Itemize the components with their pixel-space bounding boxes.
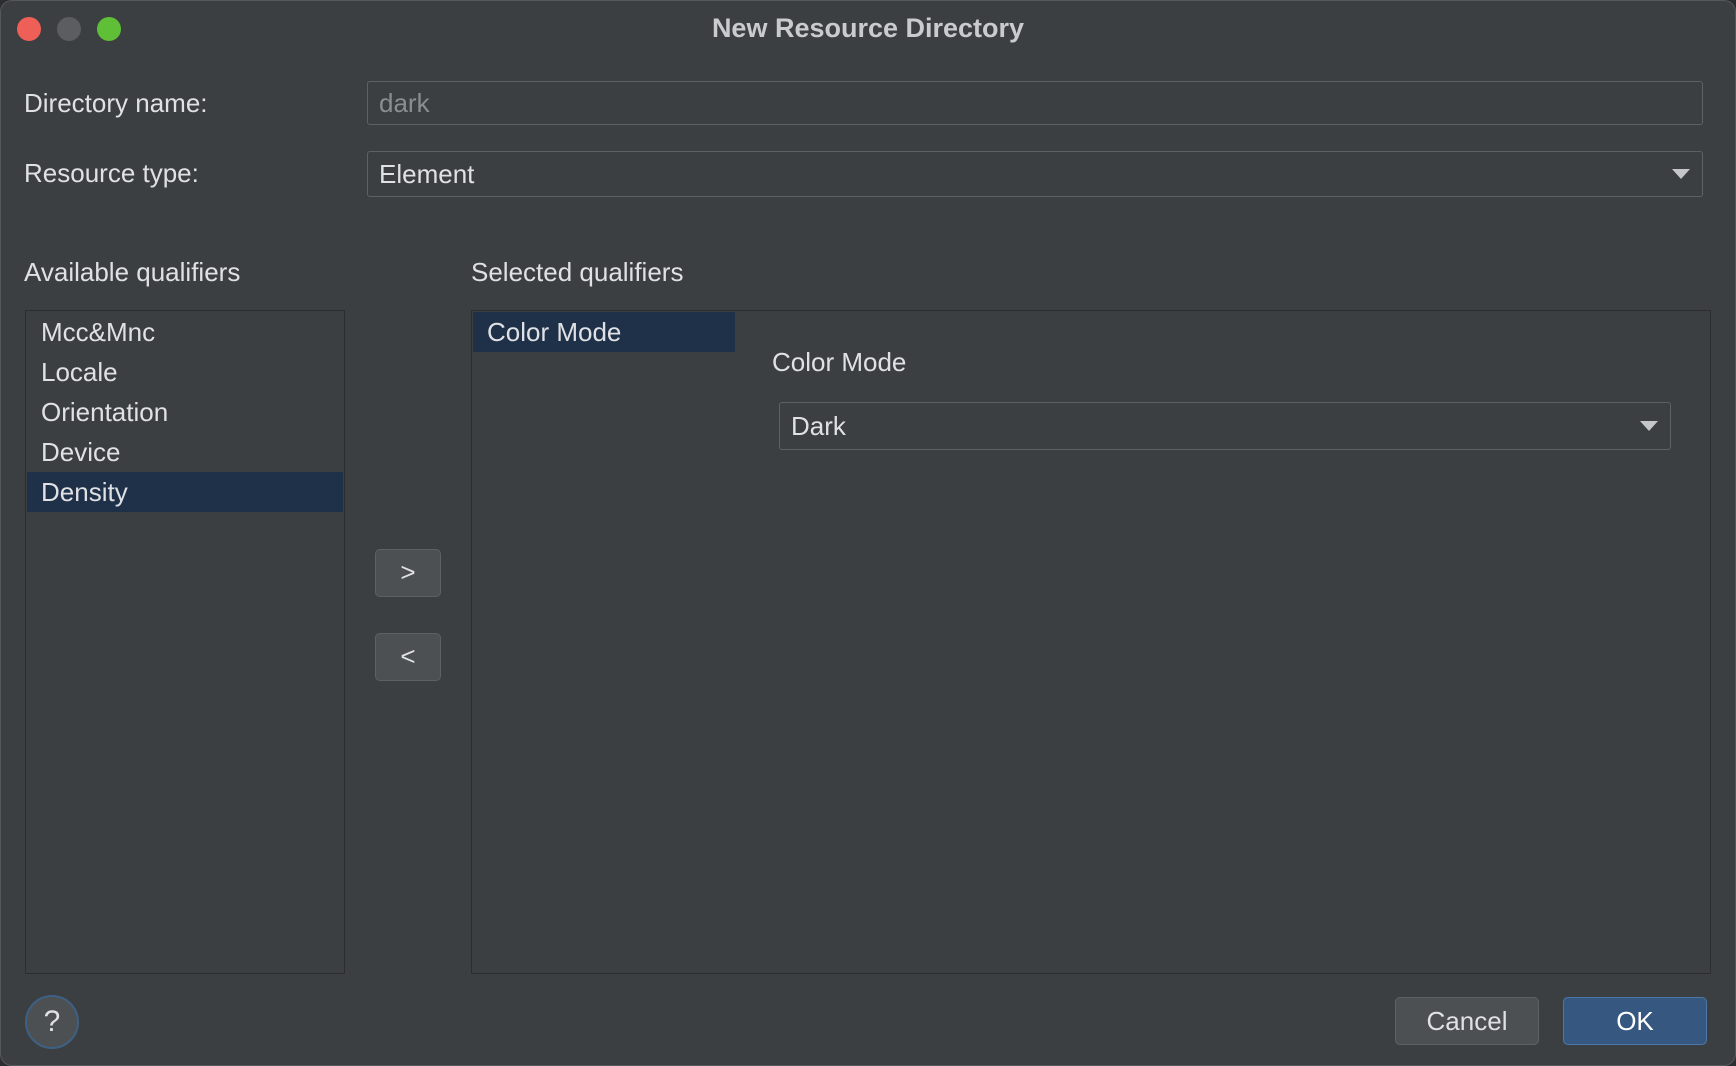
qualifier-detail-panel: Color Mode Dark xyxy=(736,310,1711,974)
directory-name-label: Directory name: xyxy=(24,88,208,118)
list-item-color-mode[interactable]: Color Mode xyxy=(473,312,735,352)
list-item-locale[interactable]: Locale xyxy=(27,352,343,392)
cancel-button[interactable]: Cancel xyxy=(1395,997,1539,1045)
list-item-device[interactable]: Device xyxy=(27,432,343,472)
list-item-density[interactable]: Density xyxy=(27,472,343,512)
remove-qualifier-button[interactable]: < xyxy=(375,633,441,681)
ok-button[interactable]: OK xyxy=(1563,997,1707,1045)
available-qualifiers-list[interactable]: Mcc&Mnc Locale Orientation Device Densit… xyxy=(25,310,345,974)
color-mode-value: Dark xyxy=(791,411,846,441)
add-qualifier-button[interactable]: > xyxy=(375,549,441,597)
title-bar[interactable]: New Resource Directory xyxy=(1,1,1735,55)
help-icon[interactable]: ? xyxy=(25,995,79,1049)
directory-name-field[interactable] xyxy=(367,81,1703,125)
detail-heading: Color Mode xyxy=(772,347,907,377)
selected-qualifiers-list[interactable]: Color Mode xyxy=(471,310,737,974)
dialog-window: New Resource Directory Directory name: R… xyxy=(0,0,1736,1066)
resource-type-dropdown[interactable]: Element xyxy=(367,151,1703,197)
list-item-mcc-mnc[interactable]: Mcc&Mnc xyxy=(27,312,343,352)
dialog-title: New Resource Directory xyxy=(711,13,1025,43)
list-item-orientation[interactable]: Orientation xyxy=(27,392,343,432)
available-qualifiers-heading: Available qualifiers xyxy=(24,257,241,287)
color-mode-dropdown[interactable]: Dark xyxy=(779,402,1671,450)
dropdown-arrow-icon xyxy=(1672,169,1690,179)
resource-type-label: Resource type: xyxy=(24,158,199,188)
selected-qualifiers-heading: Selected qualifiers xyxy=(471,257,684,287)
dropdown-arrow-icon xyxy=(1640,421,1658,431)
resource-type-value: Element xyxy=(379,159,475,189)
